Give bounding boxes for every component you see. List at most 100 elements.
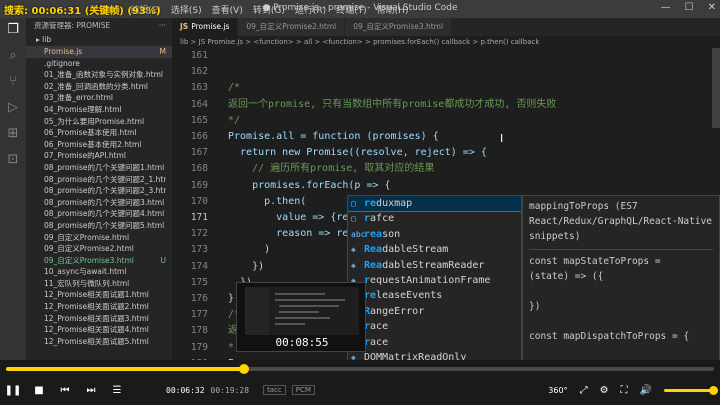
file-item[interactable]: 07_Promise的API.html	[26, 150, 172, 162]
js-file-icon: JS	[180, 22, 189, 31]
search-icon[interactable]: ⌕	[5, 48, 21, 64]
autocomplete-list[interactable]: ▢ reduxmap ▢ rafce abc reason ◈ ReadableStream ◈…	[347, 195, 522, 365]
volume-slider[interactable]	[664, 385, 718, 395]
remote-icon[interactable]: ⊡	[5, 152, 21, 168]
file-name: 03_准备_error.html	[44, 93, 113, 103]
suggestion-item[interactable]: ◈RangeError	[348, 304, 521, 319]
progress-knob[interactable]	[238, 364, 249, 374]
file-item[interactable]: 08_promise的几个关键问题4.html	[26, 208, 172, 220]
volume-icon[interactable]: 🔊	[640, 385, 652, 396]
preview-line	[275, 323, 305, 325]
file-item[interactable]: 12_Promise相关面试题3.html	[26, 313, 172, 325]
line-text: 返回一个promise, 只有当数组中所有promise都成功才成功, 否则失败	[228, 98, 557, 110]
run-debug-icon[interactable]: ▷	[5, 100, 21, 116]
file-item[interactable]: 12_Promise相关面试题4.html	[26, 324, 172, 336]
volume-knob[interactable]	[709, 385, 718, 395]
close-icon[interactable]: ✕	[708, 2, 716, 13]
explorer-icon[interactable]: ❐	[5, 22, 21, 38]
line-number: 171	[190, 212, 208, 223]
menu-item[interactable]: 运行(R)	[295, 3, 326, 16]
file-item[interactable]: 08_promise的几个关键问题1.html	[26, 162, 172, 174]
code-line[interactable]: 163 /*	[172, 80, 720, 96]
file-item[interactable]: 08_promise的几个关键问题5.html	[26, 220, 172, 232]
code-line[interactable]: 169 promises.forEach(p => {	[172, 178, 720, 194]
code-line[interactable]: 164 返回一个promise, 只有当数组中所有promise都成功才成功, 否…	[172, 97, 720, 113]
file-name: .gitignore	[44, 58, 80, 68]
maximize-icon[interactable]: ☐	[685, 2, 694, 13]
code-line[interactable]: 168 // 遍历所有promise, 取其对应的结果	[172, 161, 720, 177]
suggestion-item[interactable]: ▢ rafce	[348, 211, 521, 226]
file-item[interactable]: 09_自定义Promise3.html U	[26, 255, 172, 267]
detail-divider	[529, 249, 713, 250]
menu-item[interactable]: 帮助(H)	[377, 3, 409, 16]
file-item[interactable]: Promise.js M	[26, 46, 172, 58]
editor-tab[interactable]: 09_自定义Promise3.html	[345, 18, 453, 36]
menu-item[interactable]: 选择(S)	[171, 3, 202, 16]
line-text: Promise.all = function (promises) {	[228, 131, 439, 142]
editor-tab[interactable]: 09_自定义Promise2.html	[238, 18, 346, 36]
file-item[interactable]: 09_自定义Promise2.html	[26, 243, 172, 255]
file-item[interactable]: 01_准备_函数对象与实例对象.html	[26, 69, 172, 81]
suggestion-kind-icon: abc	[351, 229, 366, 239]
file-item[interactable]: 06_Promise基本使用2.html	[26, 139, 172, 151]
expand-icon[interactable]: ⛶	[621, 385, 628, 396]
settings-icon[interactable]: ⚙	[600, 385, 609, 396]
code-line[interactable]: 166 Promise.all = function (promises) {	[172, 129, 720, 145]
breadcrumb[interactable]: lib > JS Promise.js > <function> > all >…	[172, 36, 720, 48]
stop-icon[interactable]: ■	[26, 385, 52, 396]
suggestion-rest: ace	[370, 336, 389, 348]
line-text: p.then(	[228, 195, 307, 207]
file-item[interactable]: 10_async与await.html	[26, 266, 172, 278]
extensions-icon[interactable]: ⊞	[5, 126, 21, 142]
folder-lib[interactable]: ▸ lib	[26, 34, 172, 46]
previous-icon[interactable]: ⏮	[52, 385, 78, 396]
pause-icon[interactable]: ❚❚	[0, 385, 26, 396]
code-line[interactable]: 167 return new Promise((resolve, reject)…	[172, 145, 720, 161]
suggestion-item[interactable]: ◈ ReadableStreamReader	[348, 258, 521, 273]
suggestion-item[interactable]: ◈ ReadableStream	[348, 242, 521, 257]
tab-label: 09_自定义Promise2.html	[246, 22, 337, 31]
editor-tab[interactable]: JS Promise.js	[172, 18, 239, 36]
progress-bar[interactable]	[6, 364, 714, 374]
suggestion-item[interactable]: ▢ reduxmap	[348, 196, 521, 213]
360-view-button[interactable]: 360°	[548, 386, 567, 395]
code-line[interactable]: 165 */	[172, 113, 720, 129]
file-item[interactable]: 08_promise的几个关键问题3.html	[26, 197, 172, 209]
file-item[interactable]: 04_Promise理解.html	[26, 104, 172, 116]
code-line[interactable]: 161	[172, 48, 720, 64]
suggestion-item[interactable]: ◈releaseEvents	[348, 288, 521, 303]
code-line[interactable]: 162	[172, 64, 720, 80]
file-item[interactable]: 05_为什么要用Promise.html	[26, 116, 172, 128]
line-text: }	[228, 293, 235, 304]
file-item[interactable]: 09_自定义Promise.html	[26, 232, 172, 244]
file-item[interactable]: 03_准备_error.html	[26, 92, 172, 104]
file-item[interactable]: .gitignore	[26, 58, 172, 70]
menu-item[interactable]: 终端(T)	[336, 3, 367, 16]
preview-line	[275, 317, 330, 319]
file-item[interactable]: 06_Promise基本使用.html	[26, 127, 172, 139]
explorer-header: 资源管理器: PROMISE ···	[26, 18, 172, 34]
playlist-icon[interactable]: ☰	[104, 385, 130, 396]
suggestion-item[interactable]: ◈ requestAnimationFrame	[348, 273, 521, 288]
file-item[interactable]: 12_Promise相关面试题5.html	[26, 336, 172, 348]
scrollbar-thumb[interactable]	[712, 48, 720, 128]
menu-item[interactable]: 转到(G)	[253, 3, 285, 16]
file-item[interactable]: 12_Promise相关面试题2.html	[26, 301, 172, 313]
fullscreen-window-icon[interactable]: ⤢	[580, 385, 588, 396]
next-icon[interactable]: ⏭	[78, 385, 104, 396]
minimize-icon[interactable]: —	[661, 2, 671, 13]
file-item[interactable]: 12_Promise相关面试题1.html	[26, 289, 172, 301]
file-item[interactable]: 08_promise的几个关键问题2_3.html	[26, 185, 172, 197]
file-item[interactable]: 08_promise的几个关键问题2_1.html	[26, 174, 172, 186]
file-item[interactable]: 02_准备_回调函数的分类.html	[26, 81, 172, 93]
suggestion-item[interactable]: abc reason	[348, 227, 521, 242]
seek-preview: 00:08:55	[236, 282, 366, 352]
suggestion-item[interactable]: ◈race	[348, 335, 521, 350]
menu-item[interactable]: 查看(V)	[212, 3, 243, 16]
source-control-icon[interactable]: ⑂	[5, 74, 21, 90]
line-text: return new Promise((resolve, reject) => …	[228, 147, 487, 159]
suggestion-item[interactable]: ◈race	[348, 319, 521, 334]
file-item[interactable]: 11_宏队列与微队列.html	[26, 278, 172, 290]
more-actions-icon[interactable]: ···	[159, 18, 166, 34]
line-text: value => {rea},	[228, 212, 367, 223]
